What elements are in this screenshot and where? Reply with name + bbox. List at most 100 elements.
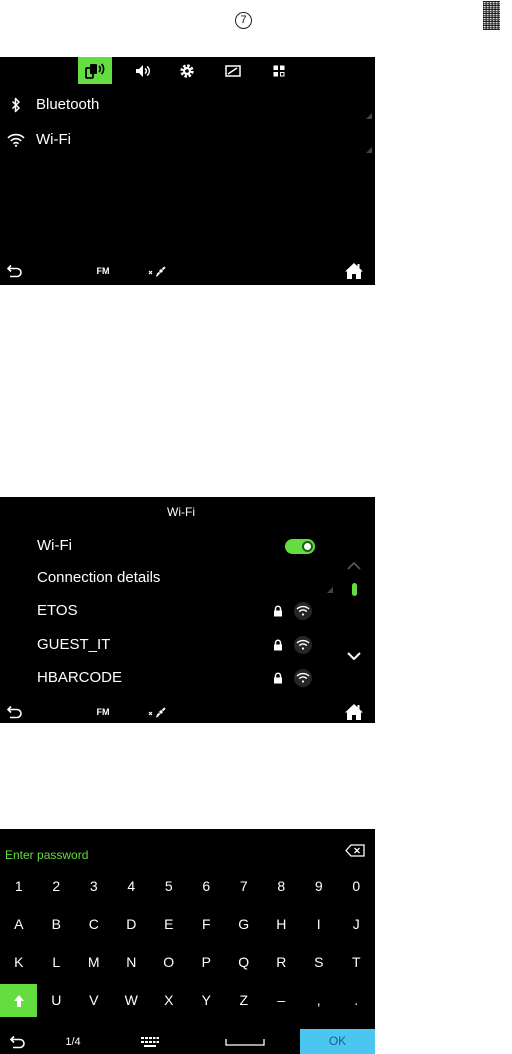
key-4[interactable]: 4 <box>113 874 151 898</box>
wifi-signal-icon <box>294 602 312 620</box>
tab-connectivity[interactable] <box>78 57 112 84</box>
key-6[interactable]: 6 <box>188 874 226 898</box>
key-9[interactable]: 9 <box>300 874 338 898</box>
network-item[interactable]: GUEST_IT <box>0 633 335 657</box>
network-ssid: GUEST_IT <box>37 636 111 653</box>
wifi-signal-icon <box>294 636 312 654</box>
lock-icon <box>274 672 282 684</box>
key-period[interactable]: . <box>338 988 376 1012</box>
key-dash[interactable]: – <box>263 988 301 1012</box>
key-v[interactable]: V <box>75 988 113 1012</box>
bottom-bar: FM <box>0 700 375 723</box>
wifi-toggle[interactable] <box>285 539 315 554</box>
wifi-icon <box>7 133 25 147</box>
tab-display[interactable] <box>216 57 250 84</box>
key-t[interactable]: T <box>338 950 376 974</box>
network-ssid: ETOS <box>37 602 78 619</box>
scrollbar-thumb[interactable] <box>352 583 357 596</box>
key-3[interactable]: 3 <box>75 874 113 898</box>
gear-icon <box>180 63 194 78</box>
key-n[interactable]: N <box>113 950 151 974</box>
key-z[interactable]: Z <box>225 988 263 1012</box>
key-m[interactable]: M <box>75 950 113 974</box>
key-x[interactable]: X <box>150 988 188 1012</box>
key-j[interactable]: J <box>338 912 376 936</box>
submenu-indicator-icon <box>366 113 372 119</box>
submenu-indicator-icon <box>327 587 333 593</box>
toggle-knob <box>302 541 313 552</box>
menu-item-bluetooth[interactable]: Bluetooth <box>0 93 350 117</box>
key-h[interactable]: H <box>263 912 301 936</box>
key-p[interactable]: P <box>188 950 226 974</box>
key-i[interactable]: I <box>300 912 338 936</box>
ok-button[interactable]: OK <box>300 1029 375 1054</box>
key-o[interactable]: O <box>150 950 188 974</box>
connectivity-icon <box>85 62 105 79</box>
key-w[interactable]: W <box>113 988 151 1012</box>
key-e[interactable]: E <box>150 912 188 936</box>
home-icon[interactable] <box>344 703 364 721</box>
display-icon <box>225 64 241 77</box>
scroll-down-chevron-icon[interactable] <box>347 652 361 660</box>
key-g[interactable]: G <box>225 912 263 936</box>
password-entry-screen: Enter password 1 2 3 4 5 6 7 8 9 0 A B C… <box>0 829 375 1054</box>
tab-system-settings[interactable] <box>170 57 204 84</box>
back-arrow-icon[interactable] <box>7 705 23 719</box>
key-1[interactable]: 1 <box>0 874 38 898</box>
keyboard-row-k-t: K L M N O P Q R S T <box>0 950 375 974</box>
key-q[interactable]: Q <box>225 950 263 974</box>
lock-icon <box>274 605 282 617</box>
key-r[interactable]: R <box>263 950 301 974</box>
key-comma[interactable]: , <box>300 988 338 1012</box>
key-0[interactable]: 0 <box>338 874 376 898</box>
keyboard-layout-icon[interactable] <box>141 1037 159 1047</box>
key-d[interactable]: D <box>113 912 151 936</box>
network-ssid: HBARCODE <box>37 669 123 686</box>
wifi-settings-screen: Wi-Fi Wi-Fi Connection details ETOS GUES… <box>0 497 375 723</box>
wifi-toggle-label: Wi-Fi <box>37 537 72 554</box>
key-5[interactable]: 5 <box>150 874 188 898</box>
menu-item-label: Wi-Fi <box>36 131 71 148</box>
key-c[interactable]: C <box>75 912 113 936</box>
key-k[interactable]: K <box>0 950 38 974</box>
screen-title: Wi-Fi <box>167 505 195 519</box>
key-y[interactable]: Y <box>188 988 226 1012</box>
connectivity-settings-screen: Bluetooth Wi-Fi FM <box>0 57 375 285</box>
key-a[interactable]: A <box>0 912 38 936</box>
audio-source-label[interactable]: FM <box>97 266 110 276</box>
lock-icon <box>274 639 282 651</box>
submenu-indicator-icon <box>366 147 372 153</box>
connection-details-label: Connection details <box>37 569 161 586</box>
space-key-icon[interactable] <box>225 1038 265 1046</box>
no-gps-signal-icon <box>148 266 166 277</box>
back-arrow-icon[interactable] <box>7 264 23 278</box>
thumbnail-image <box>483 1 500 30</box>
home-icon[interactable] <box>344 262 364 280</box>
key-b[interactable]: B <box>38 912 76 936</box>
key-f[interactable]: F <box>188 912 226 936</box>
step-number-badge: 7 <box>235 12 252 29</box>
key-2[interactable]: 2 <box>38 874 76 898</box>
key-u[interactable]: U <box>38 988 76 1012</box>
key-7[interactable]: 7 <box>225 874 263 898</box>
back-arrow-icon[interactable] <box>10 1035 26 1049</box>
tab-apps[interactable] <box>262 57 296 84</box>
menu-item-wifi[interactable]: Wi-Fi <box>0 128 350 152</box>
key-8[interactable]: 8 <box>263 874 301 898</box>
speaker-icon <box>136 64 151 77</box>
audio-source-label[interactable]: FM <box>97 707 110 717</box>
key-l[interactable]: L <box>38 950 76 974</box>
bluetooth-icon <box>11 97 20 113</box>
tab-sound[interactable] <box>126 57 160 84</box>
keyboard-row-a-j: A B C D E F G H I J <box>0 912 375 936</box>
network-item[interactable]: HBARCODE <box>0 666 335 690</box>
connection-details-item[interactable]: Connection details <box>0 566 335 590</box>
menu-item-label: Bluetooth <box>36 96 100 113</box>
backspace-icon[interactable] <box>345 844 365 857</box>
password-input[interactable]: Enter password <box>5 848 88 862</box>
keyboard-page-indicator[interactable]: 1/4 <box>65 1036 80 1048</box>
wifi-signal-icon <box>294 669 312 687</box>
network-item[interactable]: ETOS <box>0 599 335 623</box>
scroll-up-chevron-icon[interactable] <box>347 562 361 570</box>
key-s[interactable]: S <box>300 950 338 974</box>
